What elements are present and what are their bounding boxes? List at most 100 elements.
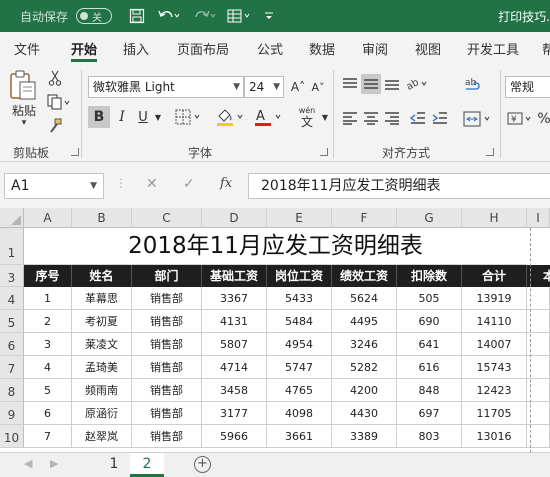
orientation-icon[interactable]: ab [405, 74, 431, 94]
table-cell[interactable]: 641 [397, 333, 462, 356]
align-middle-icon[interactable] [361, 74, 381, 94]
phonetic-dropdown-icon[interactable]: ▼ [320, 106, 330, 128]
table-cell[interactable]: 4714 [202, 356, 267, 379]
worksheet-grid[interactable]: A B C D E F G H I 1 3 4 5 6 7 8 9 10 201… [0, 208, 550, 452]
table-cell[interactable]: 孟琦美 [72, 356, 132, 379]
font-name-combo[interactable]: 微软雅黑 Light ▼ [88, 76, 244, 98]
table-cell[interactable]: 赵翠岚 [72, 425, 132, 448]
table-cell[interactable]: 3458 [202, 379, 267, 402]
number-format-combo[interactable]: 常规 [505, 76, 550, 98]
table-cell[interactable]: 原涵衍 [72, 402, 132, 425]
sheet-tab[interactable]: 1 [98, 453, 130, 477]
table-cell[interactable]: 5484 [267, 310, 332, 333]
table-cell[interactable]: 15743 [462, 356, 527, 379]
column-header[interactable]: G [397, 208, 462, 228]
header-cell[interactable]: 基础工资 [202, 265, 267, 287]
increase-indent-icon[interactable] [430, 108, 450, 128]
table-cell[interactable]: 销售部 [132, 287, 202, 310]
font-size-combo[interactable]: 24 ▼ [244, 76, 284, 98]
tab-help[interactable]: 帮 [542, 39, 550, 58]
table-cell[interactable]: 4131 [202, 310, 267, 333]
fill-color-icon[interactable] [214, 106, 248, 128]
row-header[interactable]: 7 [0, 356, 24, 379]
tab-data[interactable]: 数据 [309, 39, 335, 58]
table-cell[interactable]: 3 [24, 333, 72, 356]
clipboard-launcher-icon[interactable] [71, 148, 79, 156]
tab-formulas[interactable]: 公式 [257, 39, 283, 58]
table-cell[interactable]: 12423 [462, 379, 527, 402]
row-header[interactable]: 8 [0, 379, 24, 402]
undo-icon[interactable] [156, 7, 182, 25]
sheet-tab-active[interactable]: 2 [130, 453, 164, 477]
row-header[interactable]: 9 [0, 402, 24, 425]
table-cell[interactable]: 505 [397, 287, 462, 310]
scroll-right-icon[interactable]: ▶ [50, 457, 58, 470]
column-header[interactable]: E [267, 208, 332, 228]
enter-icon[interactable]: ✓ [183, 176, 195, 192]
table-cell[interactable]: 5282 [332, 356, 397, 379]
table-cell[interactable]: 4430 [332, 402, 397, 425]
table-cell[interactable]: 690 [397, 310, 462, 333]
phonetic-guide-button[interactable]: wén 文 [294, 104, 320, 130]
table-cell[interactable]: 销售部 [132, 425, 202, 448]
wrap-text-icon[interactable]: ab [462, 74, 484, 96]
save-icon[interactable] [128, 7, 146, 25]
table-cell[interactable]: 频雨南 [72, 379, 132, 402]
shrink-font-button[interactable]: A˅ [308, 76, 328, 98]
scroll-left-icon[interactable]: ◀ [24, 457, 32, 470]
table-cell[interactable]: 销售部 [132, 402, 202, 425]
tab-developer[interactable]: 开发工具 [467, 39, 519, 58]
form-icon[interactable] [226, 7, 252, 25]
font-launcher-icon[interactable] [320, 148, 328, 156]
table-cell[interactable]: 697 [397, 402, 462, 425]
insert-function-icon[interactable]: fx [220, 176, 232, 191]
table-cell[interactable]: 4098 [267, 402, 332, 425]
table-cell[interactable]: 2 [24, 310, 72, 333]
grow-font-button[interactable]: A˄ [288, 76, 308, 98]
align-right-icon[interactable] [382, 108, 402, 128]
cut-icon[interactable] [46, 69, 64, 87]
table-cell[interactable]: 4 [24, 356, 72, 379]
column-header[interactable]: F [332, 208, 397, 228]
borders-icon[interactable] [174, 108, 204, 126]
customize-icon[interactable] [262, 7, 276, 25]
column-header[interactable]: I [527, 208, 550, 228]
merge-center-icon[interactable] [462, 108, 494, 130]
header-cell[interactable]: 部门 [132, 265, 202, 287]
table-cell[interactable]: 4765 [267, 379, 332, 402]
table-cell[interactable]: 616 [397, 356, 462, 379]
accounting-format-icon[interactable]: ¥ [506, 108, 536, 130]
row-header[interactable]: 4 [0, 287, 24, 310]
table-cell[interactable]: 14110 [462, 310, 527, 333]
header-cell[interactable]: 绩效工资 [332, 265, 397, 287]
tab-page-layout[interactable]: 页面布局 [177, 39, 229, 58]
cancel-icon[interactable]: ✕ [146, 176, 158, 192]
paste-label[interactable]: 粘贴 [9, 102, 39, 118]
add-sheet-icon[interactable]: + [194, 456, 211, 473]
table-cell[interactable]: 3661 [267, 425, 332, 448]
alignment-launcher-icon[interactable] [486, 148, 494, 156]
row-header[interactable]: 1 [0, 228, 24, 265]
table-cell[interactable]: 销售部 [132, 356, 202, 379]
header-cell[interactable]: 序号 [24, 265, 72, 287]
header-cell[interactable]: 扣除数 [397, 265, 462, 287]
table-cell[interactable]: 13919 [462, 287, 527, 310]
row-header[interactable]: 5 [0, 310, 24, 333]
paste-icon[interactable] [6, 68, 40, 102]
align-center-icon[interactable] [361, 108, 381, 128]
table-cell[interactable]: 考初夏 [72, 310, 132, 333]
table-cell[interactable]: 5 [24, 379, 72, 402]
column-header[interactable]: H [462, 208, 527, 228]
select-all-button[interactable] [0, 208, 24, 228]
table-cell[interactable]: 5433 [267, 287, 332, 310]
table-cell[interactable]: 3177 [202, 402, 267, 425]
italic-button[interactable]: I [112, 106, 132, 128]
header-cell[interactable]: 合计 [462, 265, 527, 287]
table-cell[interactable]: 5966 [202, 425, 267, 448]
copy-icon[interactable] [46, 93, 74, 111]
column-header[interactable]: A [24, 208, 72, 228]
table-cell[interactable]: 6 [24, 402, 72, 425]
decrease-indent-icon[interactable] [408, 108, 428, 128]
table-cell[interactable]: 5807 [202, 333, 267, 356]
table-cell[interactable]: 4200 [332, 379, 397, 402]
